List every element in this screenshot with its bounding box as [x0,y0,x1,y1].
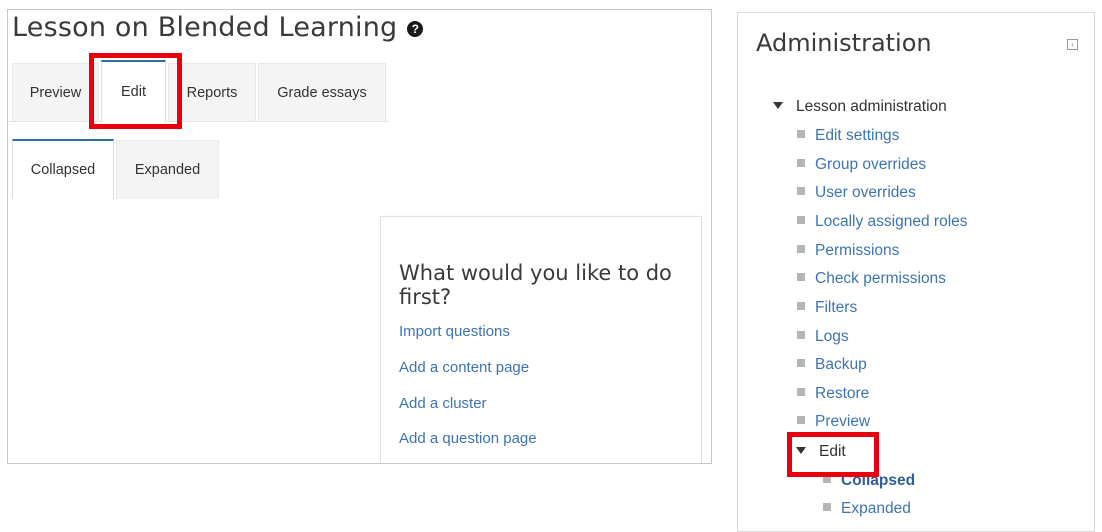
admin-edit-expanded-label: Expanded [841,500,911,517]
dock-block-icon[interactable]: ‹ [1067,39,1078,50]
admin-item-user-overrides[interactable]: User overrides [797,184,916,202]
administration-title: Administration [756,29,932,57]
admin-edit-node[interactable]: Edit [796,443,846,461]
caret-down-icon [796,447,806,454]
tab-preview-label: Preview [29,84,82,101]
lesson-main-panel: Lesson on Blended Learning? Preview Edit… [7,9,712,464]
bullet-icon [823,475,831,483]
admin-edit-expanded[interactable]: Expanded [823,500,911,518]
administration-block: Administration ‹ Lesson administration E… [737,12,1095,532]
admin-item-label: Group overrides [815,156,927,173]
admin-item-label: Backup [815,356,867,373]
admin-edit-collapsed[interactable]: Collapsed [823,472,915,490]
bullet-icon [823,503,831,511]
first-action-card: What would you like to do first? Import … [380,216,702,463]
question-circle-icon[interactable]: ? [407,21,424,37]
bullet-icon [797,216,805,224]
admin-item-label: Permissions [815,242,900,259]
tab-divider [166,121,388,122]
bullet-icon [797,302,805,310]
page-title-text: Lesson on Blended Learning [12,12,398,43]
add-cluster-link[interactable]: Add a cluster [399,395,487,412]
page-title: Lesson on Blended Learning? [12,12,424,43]
tab-divider [8,121,101,122]
admin-edit-collapsed-label: Collapsed [841,472,916,489]
tab-reports-label: Reports [186,84,238,101]
bullet-icon [797,187,805,195]
subtab-expanded[interactable]: Expanded [116,140,219,199]
admin-item-group-overrides[interactable]: Group overrides [797,156,926,174]
admin-item-label: Locally assigned roles [815,213,968,230]
bullet-icon [797,359,805,367]
admin-item-restore[interactable]: Restore [797,385,869,403]
import-questions-link[interactable]: Import questions [399,323,510,340]
admin-item-label: Preview [815,413,871,430]
admin-item-label: Edit settings [815,127,900,144]
bullet-icon [797,331,805,339]
bullet-icon [797,273,805,281]
lesson-administration-label: Lesson administration [796,98,947,115]
subtab-expanded-label: Expanded [134,162,201,178]
admin-item-label: User overrides [815,184,916,201]
add-content-page-link[interactable]: Add a content page [399,359,529,376]
admin-item-label: Restore [815,385,870,402]
admin-item-edit-settings[interactable]: Edit settings [797,127,899,145]
admin-item-check-permissions[interactable]: Check permissions [797,270,946,288]
subtab-collapsed[interactable]: Collapsed [12,139,114,199]
bullet-icon [797,388,805,396]
caret-down-icon [773,102,783,109]
tab-grade-essays-label: Grade essays [277,84,367,101]
admin-item-filters[interactable]: Filters [797,299,857,317]
admin-item-label: Filters [815,299,858,316]
admin-item-locally-assigned-roles[interactable]: Locally assigned roles [797,213,968,231]
first-action-heading: What would you like to do first? [399,261,672,309]
subtab-collapsed-label: Collapsed [30,162,96,178]
admin-item-logs[interactable]: Logs [797,328,849,346]
tab-grade-essays[interactable]: Grade essays [258,63,386,121]
tab-reports[interactable]: Reports [168,63,256,121]
bullet-icon [797,130,805,138]
bullet-icon [797,159,805,167]
tab-edit-label: Edit [121,84,146,100]
tab-edit[interactable]: Edit [101,60,166,122]
admin-item-preview[interactable]: Preview [797,413,870,431]
bullet-icon [797,416,805,424]
tab-preview[interactable]: Preview [12,63,99,121]
admin-item-label: Logs [815,328,849,345]
bullet-icon [797,245,805,253]
admin-item-label: Check permissions [815,270,946,287]
admin-item-backup[interactable]: Backup [797,356,867,374]
admin-edit-label: Edit [819,443,846,460]
lesson-administration-node[interactable]: Lesson administration [773,98,947,116]
add-question-page-link[interactable]: Add a question page [399,430,537,447]
admin-item-permissions[interactable]: Permissions [797,242,899,260]
